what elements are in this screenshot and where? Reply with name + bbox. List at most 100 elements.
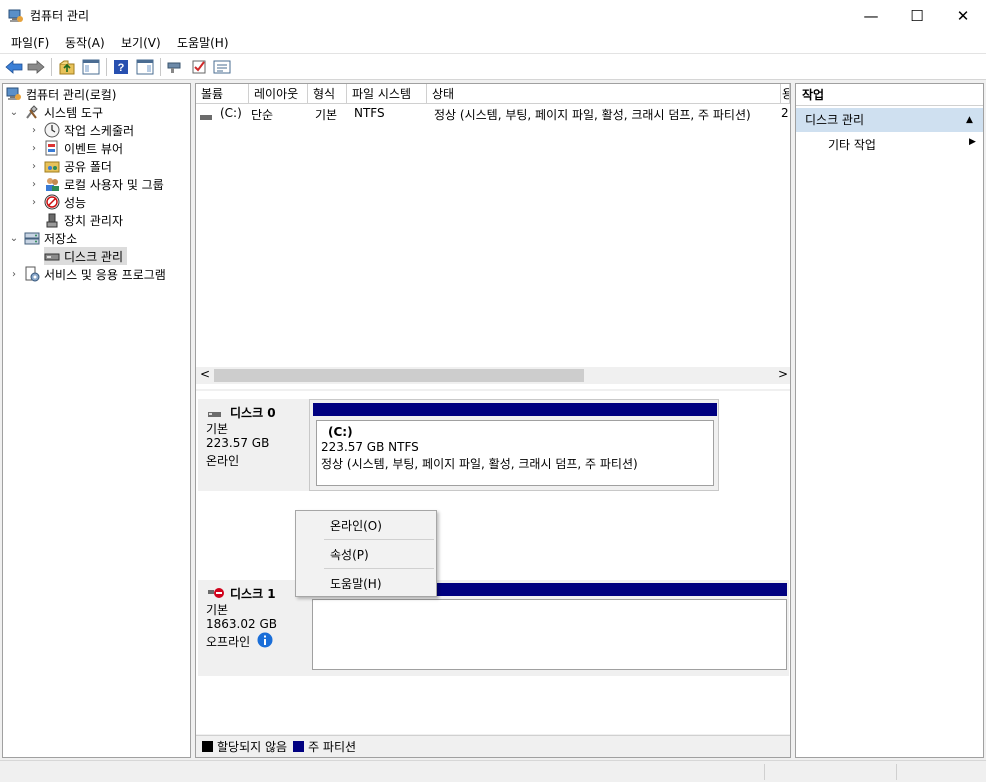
- status-divider: [896, 764, 897, 780]
- disk-size: 1863.02 GB: [206, 617, 277, 631]
- tree-item-event-viewer[interactable]: › 이벤트 뷰어: [28, 139, 123, 157]
- tree-item-label: 성능: [64, 195, 87, 210]
- tree-item-label: 이벤트 뷰어: [64, 141, 124, 156]
- chevron-right-icon[interactable]: ›: [28, 143, 40, 154]
- forward-icon[interactable]: [27, 58, 45, 76]
- check-icon[interactable]: [190, 58, 208, 76]
- actions-more-label: 기타 작업: [828, 138, 876, 152]
- navigation-tree: 컴퓨터 관리(로컬) ⌄ 시스템 도구 › 작업 스케줄러 › 이벤트 뷰어 ›…: [2, 83, 191, 758]
- horizontal-scrollbar[interactable]: < >: [196, 367, 790, 384]
- cell-capacity: 2:: [781, 106, 790, 120]
- chevron-down-icon[interactable]: ⌄: [8, 107, 20, 118]
- scroll-right-icon[interactable]: >: [778, 367, 788, 381]
- show-hide-action-icon[interactable]: [136, 58, 154, 76]
- device-manager-icon: [44, 212, 60, 228]
- disk-1-label[interactable]: 디스크 1 기본 1863.02 GB 오프라인: [198, 580, 309, 676]
- actions-section-disk-management[interactable]: 디스크 관리 ▲: [796, 108, 983, 132]
- chevron-right-icon[interactable]: ›: [28, 179, 40, 190]
- actions-more-item[interactable]: 기타 작업 ▶: [796, 134, 983, 154]
- menu-item-online[interactable]: 온라인(O): [330, 517, 382, 534]
- clock-icon: [44, 122, 60, 138]
- tree-item-device-manager[interactable]: 장치 관리자: [28, 211, 123, 229]
- properties-icon[interactable]: [213, 58, 231, 76]
- toolbar-separator: [51, 58, 52, 76]
- close-icon: ✕: [956, 6, 970, 25]
- tree-item-label: 컴퓨터 관리(로컬): [26, 87, 117, 102]
- tree-item-label: 디스크 관리: [64, 249, 124, 264]
- scrollbar-thumb[interactable]: [214, 369, 584, 382]
- partition-c[interactable]: (C:) 223.57 GB NTFS 정상 (시스템, 부팅, 페이지 파일,…: [316, 420, 714, 486]
- column-header-layout[interactable]: 레이아웃: [249, 84, 308, 104]
- menu-file[interactable]: 파일(F): [11, 34, 49, 51]
- menu-action[interactable]: 동작(A): [65, 34, 105, 51]
- cell-volume: (C:): [220, 106, 242, 120]
- legend-unallocated: 할당되지 않음: [217, 740, 288, 754]
- menu-help[interactable]: 도움말(H): [177, 34, 229, 51]
- menu-separator: [324, 568, 434, 569]
- menu-bar: 파일(F) 동작(A) 보기(V) 도움말(H): [0, 31, 986, 53]
- cell-status: 정상 (시스템, 부팅, 페이지 파일, 활성, 크래시 덤프, 주 파티션): [434, 108, 751, 122]
- chevron-down-icon[interactable]: ⌄: [8, 233, 20, 244]
- system-tools-icon: [24, 104, 40, 120]
- menu-separator: [324, 539, 434, 540]
- offline-disk-icon: [208, 587, 224, 602]
- disk-graphical-view: 디스크 0 기본 223.57 GB 온라인 (C:) 223.57 GB NT…: [196, 391, 790, 734]
- tree-item-label: 서비스 및 응용 프로그램: [44, 267, 166, 282]
- minimize-button[interactable]: —: [848, 0, 894, 31]
- menu-view[interactable]: 보기(V): [121, 34, 161, 51]
- chevron-right-icon[interactable]: ›: [28, 125, 40, 136]
- tree-item-performance[interactable]: › 성능: [28, 193, 86, 211]
- show-hide-tree-icon[interactable]: [82, 58, 100, 76]
- toolbar: ?: [0, 53, 986, 80]
- tree-item-label: 작업 스케줄러: [64, 123, 135, 138]
- cell-filesystem: NTFS: [354, 106, 385, 120]
- tree-item-label: 저장소: [44, 231, 78, 246]
- partition-status: 정상 (시스템, 부팅, 페이지 파일, 활성, 크래시 덤프, 주 파티션): [321, 457, 638, 471]
- column-header-filesystem[interactable]: 파일 시스템: [347, 84, 427, 104]
- column-header-volume[interactable]: 볼륨: [196, 84, 249, 104]
- primary-swatch: [293, 741, 305, 752]
- tree-item-system-tools[interactable]: ⌄ 시스템 도구: [8, 103, 103, 121]
- event-viewer-icon: [44, 140, 60, 156]
- performance-icon: [44, 194, 60, 210]
- scroll-left-icon[interactable]: <: [200, 367, 210, 381]
- chevron-right-icon[interactable]: ›: [8, 269, 20, 280]
- tree-item-storage[interactable]: ⌄ 저장소: [8, 229, 77, 247]
- tree-item-task-scheduler[interactable]: › 작업 스케줄러: [28, 121, 134, 139]
- actions-pane: 작업 디스크 관리 ▲ 기타 작업 ▶: [795, 83, 984, 758]
- column-header-capacity[interactable]: 용: [781, 84, 790, 104]
- menu-item-properties[interactable]: 속성(P): [330, 546, 369, 563]
- tree-item-disk-management[interactable]: 디스크 관리: [44, 247, 128, 265]
- maximize-button[interactable]: ☐: [894, 0, 940, 31]
- disk-size: 223.57 GB: [206, 436, 270, 450]
- connect-icon[interactable]: [166, 58, 184, 76]
- actions-section-label: 디스크 관리: [805, 113, 865, 127]
- info-icon[interactable]: [257, 632, 273, 651]
- tree-item-shared-folders[interactable]: › 공유 폴더: [28, 157, 112, 175]
- svg-text:?: ?: [118, 62, 125, 74]
- tree-item-local-users[interactable]: › 로컬 사용자 및 그룹: [28, 175, 164, 193]
- folder-up-icon[interactable]: [58, 58, 76, 76]
- disk-management-view: 볼륨 레이아웃 형식 파일 시스템 상태 용 (C:) 단순 기본 NTFS 정…: [195, 83, 791, 758]
- minimize-icon: —: [863, 6, 879, 25]
- actions-header: 작업: [796, 84, 983, 106]
- tree-item-services-apps[interactable]: › 서비스 및 응용 프로그램: [8, 265, 166, 283]
- help-icon[interactable]: ?: [112, 58, 130, 76]
- column-header-status[interactable]: 상태: [427, 84, 781, 104]
- chevron-right-icon[interactable]: ›: [28, 161, 40, 172]
- computer-management-icon: [6, 86, 22, 102]
- collapse-up-icon[interactable]: ▲: [966, 108, 973, 132]
- disk-1-space[interactable]: [312, 599, 787, 670]
- close-button[interactable]: ✕: [940, 0, 986, 31]
- menu-item-help[interactable]: 도움말(H): [330, 575, 382, 592]
- cell-layout: 단순: [251, 108, 274, 122]
- legend: 할당되지 않음 주 파티션: [196, 735, 790, 757]
- disk-0-label[interactable]: 디스크 0 기본 223.57 GB 온라인: [198, 399, 309, 491]
- tree-item-computer-management[interactable]: 컴퓨터 관리(로컬): [6, 85, 116, 103]
- computer-management-icon: [8, 8, 24, 24]
- toolbar-separator: [106, 58, 107, 76]
- column-header-type[interactable]: 형식: [308, 84, 347, 104]
- back-icon[interactable]: [5, 58, 23, 76]
- chevron-right-icon[interactable]: ›: [28, 197, 40, 208]
- volume-list: 볼륨 레이아웃 형식 파일 시스템 상태 용 (C:) 단순 기본 NTFS 정…: [196, 84, 790, 389]
